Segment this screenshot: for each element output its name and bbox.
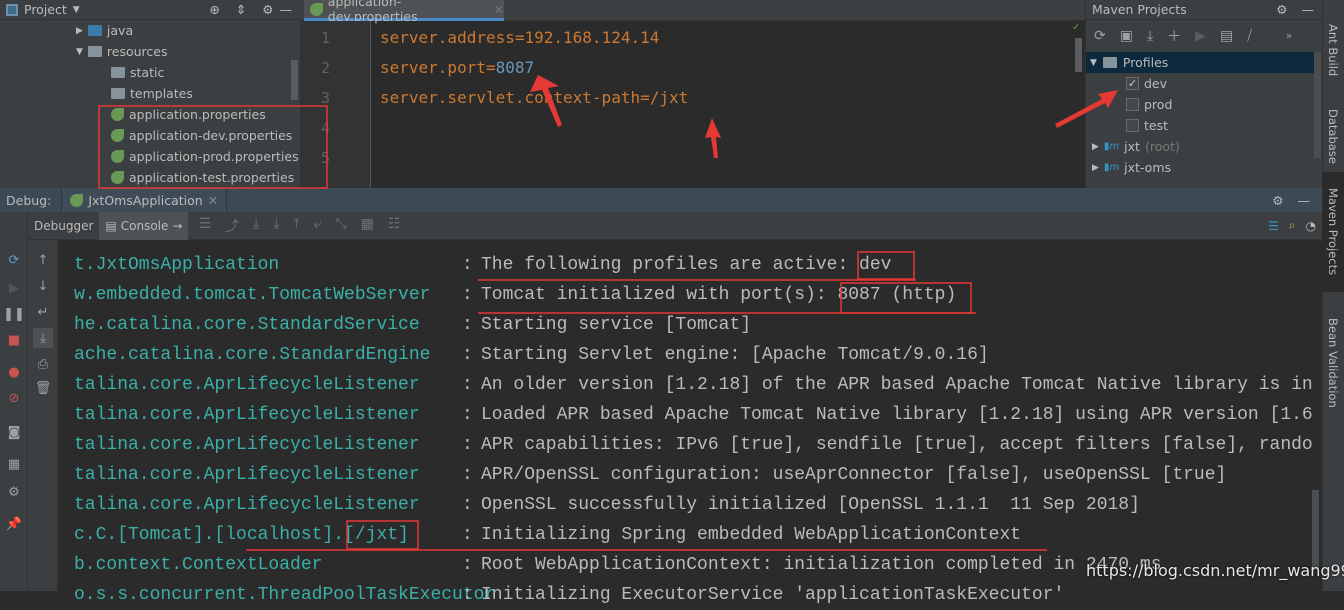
highlight-box-jxt: [346, 520, 419, 550]
highlight-box-port: [840, 282, 972, 314]
annotation-overlay: [98, 75, 1118, 551]
highlight-box-files: [98, 105, 328, 189]
arrow-profile: [1055, 90, 1118, 128]
arrow-port: [530, 75, 562, 127]
highlight-box-dev: [857, 251, 915, 280]
arrow-context: [705, 118, 721, 158]
